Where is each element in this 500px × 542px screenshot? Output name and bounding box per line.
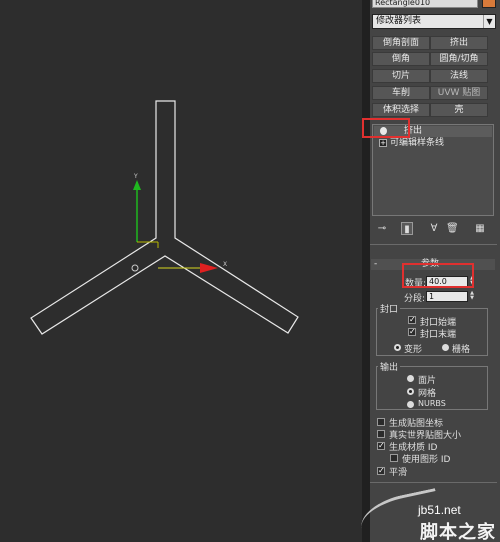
morph-radio[interactable] — [394, 344, 401, 351]
patch-label: 面片 — [418, 376, 437, 386]
stack-item-label: 可编辑样条线 — [390, 138, 445, 148]
gen-mat-ids-checkbox[interactable]: ✓ — [377, 442, 385, 450]
panel-divider[interactable] — [362, 0, 370, 542]
gizmo-y-arrow — [133, 180, 141, 190]
slice-button[interactable]: 切片 — [372, 69, 430, 83]
bevel-profile-button[interactable]: 倒角剖面 — [372, 36, 430, 50]
watermark-site: jb51.net — [418, 503, 461, 517]
highlight-amount — [402, 263, 474, 288]
nurbs-label: NURBS — [418, 399, 446, 408]
use-shape-ids-checkbox[interactable] — [390, 454, 398, 462]
object-color-swatch[interactable] — [482, 0, 496, 8]
modifier-list-dropdown[interactable]: 修改器列表 ▼ — [372, 14, 496, 29]
highlight-extrude — [362, 118, 410, 138]
bevel-button[interactable]: 倒角 — [372, 52, 430, 66]
smooth-label: 平滑 — [389, 468, 408, 478]
separator — [370, 244, 497, 245]
smooth-checkbox[interactable]: ✓ — [377, 467, 385, 475]
gizmo-y-label: Y — [133, 173, 138, 180]
remove-modifier-icon[interactable]: 🗑 — [446, 222, 459, 235]
configure-sets-icon[interactable]: ▦ — [474, 222, 486, 235]
lathe-button[interactable]: 车削 — [372, 86, 430, 100]
extrude-button[interactable]: 挤出 — [430, 36, 488, 50]
pin-stack-icon[interactable]: ⊸ — [376, 222, 388, 235]
cap-start-checkbox[interactable]: ✓ — [408, 316, 416, 324]
segments-spinner-arrows[interactable]: ▲ ▼ — [469, 291, 475, 302]
nurbs-radio[interactable] — [407, 401, 414, 408]
mesh-label: 网格 — [418, 389, 437, 399]
uvw-map-button[interactable]: UVW 贴图 — [430, 86, 488, 100]
capping-title: 封口 — [378, 302, 401, 315]
normal-button[interactable]: 法线 — [430, 69, 488, 83]
cap-end-checkbox[interactable]: ✓ — [408, 328, 416, 336]
real-world-checkbox[interactable] — [377, 430, 385, 438]
fillet-chamfer-button[interactable]: 圆角/切角 — [430, 52, 488, 66]
cap-end-label: 封口末端 — [420, 330, 457, 340]
grid-radio[interactable] — [442, 344, 449, 351]
patch-radio[interactable] — [407, 375, 414, 382]
shell-button[interactable]: 壳 — [430, 103, 488, 117]
collapse-icon: - — [374, 259, 378, 269]
use-shape-ids-label: 使用图形 ID — [402, 455, 451, 465]
make-unique-icon[interactable]: ∀ — [428, 222, 440, 235]
gen-mapping-checkbox[interactable] — [377, 418, 385, 426]
mesh-radio[interactable] — [407, 388, 414, 395]
segments-input[interactable]: 1 — [426, 291, 468, 302]
segments-label: 分段: — [404, 294, 426, 304]
viewport-canvas[interactable]: Y X — [0, 0, 362, 542]
show-end-result-icon[interactable]: ▮ — [401, 222, 413, 235]
grid-label: 栅格 — [452, 345, 471, 355]
viewport[interactable]: Y X — [0, 0, 362, 542]
vol-select-button[interactable]: 体积选择 — [372, 103, 430, 117]
modifier-list-label: 修改器列表 — [376, 16, 422, 26]
watermark-name: 脚本之家 — [420, 522, 496, 542]
separator — [370, 482, 497, 483]
stack-item-editable-spline[interactable]: + 可编辑样条线 — [374, 138, 492, 149]
morph-label: 变形 — [404, 345, 423, 355]
chevron-down-icon: ▼ — [483, 15, 495, 28]
shape-outline[interactable] — [30, 100, 299, 335]
output-title: 输出 — [378, 360, 401, 373]
object-name-field[interactable]: Rectangle010 — [372, 0, 478, 8]
expand-icon[interactable]: + — [379, 139, 387, 147]
gizmo-x-label: X — [223, 261, 227, 268]
